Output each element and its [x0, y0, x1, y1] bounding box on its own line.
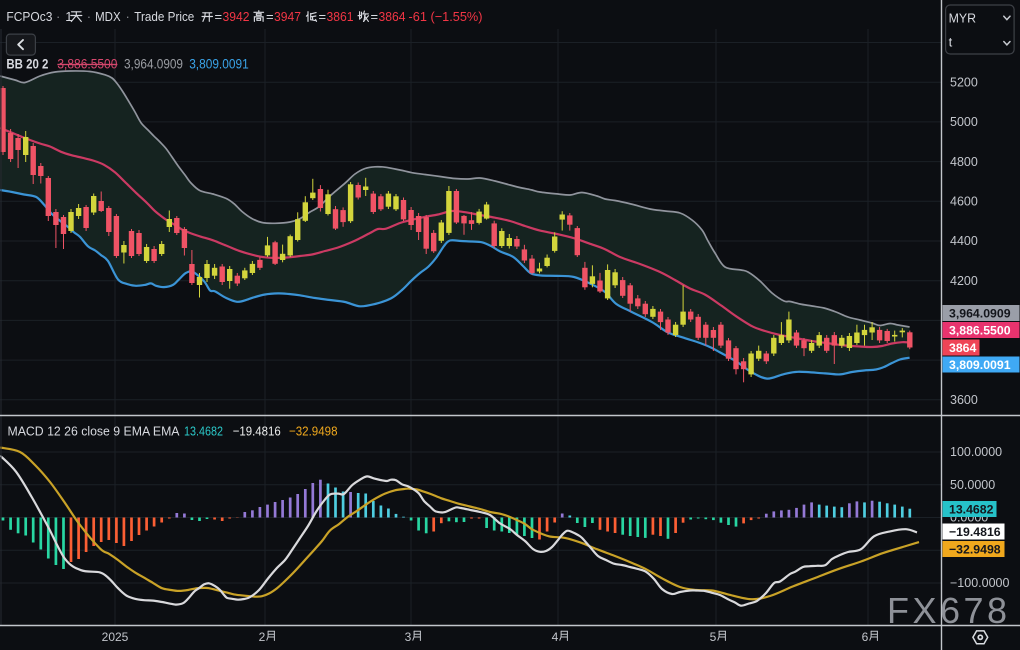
svg-text:3864: 3864 — [379, 9, 406, 24]
svg-text:4200: 4200 — [950, 274, 978, 288]
svg-text:=: = — [266, 9, 274, 24]
svg-text:−100.0000: −100.0000 — [950, 576, 1009, 590]
svg-text:4600: 4600 — [950, 195, 978, 209]
svg-text:5200: 5200 — [950, 75, 978, 89]
svg-text:Trade Price: Trade Price — [134, 9, 194, 24]
svg-text:3864: 3864 — [949, 341, 977, 355]
svg-text:=: = — [371, 9, 379, 24]
svg-text:5000: 5000 — [950, 115, 978, 129]
svg-text:4800: 4800 — [950, 155, 978, 169]
svg-text:3861: 3861 — [327, 9, 354, 24]
svg-text:−19.4816: −19.4816 — [949, 525, 1001, 539]
svg-text:−19.4816: −19.4816 — [233, 424, 281, 439]
svg-text:3,964.0909: 3,964.0909 — [124, 57, 183, 72]
svg-text:13.4682: 13.4682 — [949, 502, 994, 516]
svg-text:=: = — [319, 9, 327, 24]
svg-text:6: 6 — [862, 630, 869, 644]
svg-text:FCPOc3: FCPOc3 — [6, 9, 52, 24]
svg-text:MDX: MDX — [95, 9, 121, 24]
svg-text:3942: 3942 — [223, 9, 250, 24]
svg-text:3600: 3600 — [950, 393, 978, 407]
svg-text:3,886.5500: 3,886.5500 — [949, 323, 1011, 337]
svg-text:3,809.0091: 3,809.0091 — [949, 358, 1011, 372]
svg-text:·: · — [87, 9, 91, 24]
svg-text:BB 20 2: BB 20 2 — [6, 57, 48, 72]
svg-text:4: 4 — [552, 630, 559, 644]
svg-text:13.4682: 13.4682 — [184, 424, 223, 439]
svg-text:50.0000: 50.0000 — [950, 478, 995, 492]
svg-text:t: t — [949, 34, 953, 49]
svg-text:−32.9498: −32.9498 — [949, 542, 1001, 556]
svg-text:-61 (−1.55%): -61 (−1.55%) — [409, 9, 483, 24]
svg-text:−32.9498: −32.9498 — [289, 424, 338, 439]
svg-text:5: 5 — [710, 630, 717, 644]
svg-text:2: 2 — [259, 630, 266, 644]
svg-text:3: 3 — [405, 630, 412, 644]
svg-text:3,886.5500: 3,886.5500 — [57, 57, 117, 72]
svg-text:3,809.0091: 3,809.0091 — [189, 57, 249, 72]
svg-text:4400: 4400 — [950, 234, 978, 248]
svg-text:=: = — [215, 9, 223, 24]
svg-text:·: · — [56, 9, 60, 24]
svg-text:100.0000: 100.0000 — [950, 445, 1002, 459]
svg-text:MACD 12 26 close 9 EMA EMA: MACD 12 26 close 9 EMA EMA — [8, 424, 180, 439]
svg-text:3947: 3947 — [274, 9, 301, 24]
svg-text:FX678: FX678 — [887, 590, 1011, 631]
svg-text:2025: 2025 — [102, 630, 129, 644]
svg-text:3,964.0909: 3,964.0909 — [949, 306, 1011, 320]
svg-text:·: · — [126, 9, 130, 24]
svg-text:MYR: MYR — [949, 10, 977, 25]
